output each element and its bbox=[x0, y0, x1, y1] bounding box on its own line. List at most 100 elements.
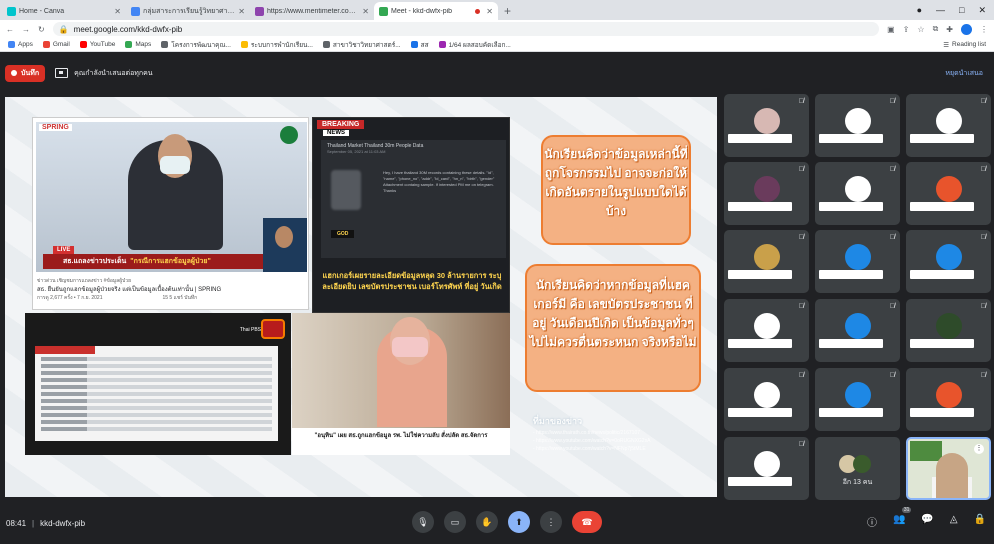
close-tab-icon[interactable]: ✕ bbox=[238, 7, 245, 16]
people-button[interactable]: 👥 31 bbox=[893, 507, 912, 529]
participant-tile[interactable]: 🎙̸ bbox=[906, 94, 991, 157]
puzzle-icon[interactable]: ✚ bbox=[946, 25, 953, 34]
bookmark-youtube[interactable]: YouTube bbox=[79, 41, 115, 48]
close-tab-icon[interactable]: ✕ bbox=[114, 7, 121, 16]
participant-grid: 🎙̸ 🎙̸ 🎙̸ 🎙̸ 🎙̸ 🎙̸ 🎙̸ 🎙̸ 🎙̸ 🎙̸ 🎙̸ 🎙̸ 🎙̸ 🎙… bbox=[724, 94, 992, 500]
close-tab-icon[interactable]: ✕ bbox=[362, 7, 369, 16]
forward-icon[interactable]: → bbox=[22, 25, 30, 34]
menu-dots-icon[interactable]: ⋮ bbox=[980, 25, 988, 34]
browser-tab-mentimeter[interactable]: https://www.mentimeter.com/s/✕ bbox=[250, 2, 374, 20]
extension-icon[interactable]: ⧉ bbox=[933, 24, 939, 34]
participant-tile[interactable]: 🎙̸ bbox=[906, 230, 991, 293]
raise-hand-button[interactable]: ✋ bbox=[476, 511, 498, 533]
reading-list-label: Reading list bbox=[952, 41, 986, 48]
lower-third-highlight: "กรณีการแฮกข้อมูลผู้ป่วย" bbox=[130, 258, 211, 265]
back-icon[interactable]: ← bbox=[6, 25, 14, 34]
avatar bbox=[754, 382, 780, 408]
meeting-controls-bar: 08:41 | kkd-dwfx-pib 🎙 ▭ ✋ ⬆ ⋮ ☎ ⓘ 👥 31 💬 ◬… bbox=[0, 507, 994, 538]
reading-list[interactable]: ☰ Reading list bbox=[943, 41, 986, 49]
maximize-icon[interactable]: □ bbox=[959, 5, 964, 15]
participant-tile[interactable]: 🎙̸ bbox=[724, 230, 809, 293]
minister-mask bbox=[392, 337, 428, 357]
browser-tab-meet[interactable]: Meet - kkd-dwfx-pib ✕ bbox=[374, 2, 498, 20]
more-participants-tile[interactable]: อีก 13 คน bbox=[815, 437, 900, 500]
bookmark-apps[interactable]: Apps bbox=[8, 41, 33, 48]
camera-button[interactable]: ▭ bbox=[444, 511, 466, 533]
participant-tile[interactable]: 🎙̸ bbox=[724, 437, 809, 500]
tile-options-icon[interactable]: ⋮ bbox=[974, 444, 984, 454]
stop-presenting-button[interactable]: หยุดนำเสนอ bbox=[945, 68, 989, 79]
meeting-details-icon[interactable]: ⓘ bbox=[867, 514, 877, 529]
close-tab-icon[interactable]: ✕ bbox=[486, 7, 493, 16]
spring-logo: SPRING bbox=[39, 124, 72, 131]
mic-off-icon: 🎙̸ bbox=[889, 372, 895, 379]
participant-tile[interactable]: 🎙̸ bbox=[724, 368, 809, 431]
more-options-button[interactable]: ⋮ bbox=[540, 511, 562, 533]
bookmark-label: ระบบการพำนักเรียน... bbox=[250, 41, 313, 49]
window-controls: ● — □ ✕ bbox=[917, 0, 994, 20]
camera-icon[interactable]: ▣ bbox=[887, 25, 895, 34]
moph-logo-icon bbox=[280, 126, 298, 144]
participant-tile[interactable]: 🎙̸ bbox=[815, 162, 900, 225]
participant-name-redacted bbox=[910, 339, 974, 348]
url-text[interactable]: meet.google.com/kkd-dwfx-pib bbox=[74, 25, 183, 34]
bookmark-gmail[interactable]: Gmail bbox=[42, 41, 70, 48]
present-now-button[interactable]: ⬆ bbox=[508, 511, 530, 533]
participant-tile[interactable]: 🎙̸ bbox=[815, 299, 900, 362]
microphone-button[interactable]: 🎙 bbox=[412, 511, 434, 533]
separator: | bbox=[32, 518, 35, 528]
host-controls-icon[interactable]: 🔒 bbox=[974, 514, 986, 529]
site-favicon-icon bbox=[131, 6, 140, 16]
bookmark-4[interactable]: โครงการพัฒนาคุณ... bbox=[161, 40, 231, 50]
activities-icon[interactable]: ◬ bbox=[950, 514, 958, 529]
source-link: - https://www.thairath.co.th/news/politi… bbox=[533, 430, 641, 436]
participant-tile[interactable]: 🎙̸ bbox=[724, 299, 809, 362]
participant-tile[interactable]: 🎙̸ bbox=[724, 162, 809, 225]
thaipbs-label: Thai PBS bbox=[239, 327, 261, 333]
new-tab-button[interactable]: + bbox=[498, 2, 517, 20]
news-screenshot-breaking: BREAKING NEWS Thailand Market Thailand 3… bbox=[312, 117, 510, 313]
profile-avatar-icon[interactable] bbox=[961, 23, 972, 35]
participant-tile[interactable]: 🎙̸ bbox=[815, 230, 900, 293]
share-icon[interactable]: ⇪ bbox=[903, 25, 910, 34]
participant-tile[interactable]: 🎙̸ bbox=[815, 94, 900, 157]
bookmark-8[interactable]: 1/64 ผลสอบคัดเลือก... bbox=[438, 40, 511, 50]
close-window-icon[interactable]: ✕ bbox=[978, 5, 986, 16]
browser-tab-science[interactable]: กลุ่มสาระการเรียนรู้วิทยาศาสตร์และเท✕ bbox=[126, 2, 250, 20]
chat-icon[interactable]: 💬 bbox=[921, 514, 933, 529]
source-link: - https://www.youtube.com/watch?v=NFNp7j… bbox=[533, 446, 646, 452]
bookmark-5[interactable]: ระบบการพำนักเรียน... bbox=[240, 40, 313, 50]
present-icon: ⬆ bbox=[515, 516, 523, 527]
lock-icon[interactable]: 🔒 bbox=[59, 25, 69, 34]
site-icon bbox=[240, 41, 248, 48]
news-screenshot-minister: "อนุทิน" เผย สธ.ถูกแฮกข้อมูล รพ. ไม่ใช่ค… bbox=[292, 313, 510, 455]
avatar bbox=[845, 176, 871, 202]
avatar bbox=[754, 108, 780, 134]
participant-name-redacted bbox=[819, 134, 883, 143]
reload-icon[interactable]: ↻ bbox=[38, 25, 45, 34]
record-button[interactable]: บันทึก bbox=[5, 64, 46, 82]
browser-tab-canva[interactable]: Home - Canva ✕ bbox=[2, 2, 126, 20]
participant-tile[interactable]: 🎙̸ bbox=[906, 299, 991, 362]
bookmark-6[interactable]: สาขาวิชาวิทยาศาสตร์... bbox=[322, 40, 401, 50]
bookmark-maps[interactable]: Maps bbox=[125, 41, 151, 48]
table-row bbox=[41, 357, 272, 361]
post-date: September 05, 2021 at 11:03 AM bbox=[327, 149, 386, 154]
star-icon[interactable]: ☆ bbox=[917, 25, 924, 34]
presentation-slide: SPRING LIVE สธ.แถลงข่าวประเด็น "กรณีการแฮ… bbox=[5, 97, 717, 497]
participant-tile[interactable]: 🎙̸ bbox=[906, 162, 991, 225]
bookmark-7[interactable]: สส bbox=[410, 40, 429, 50]
participant-tile[interactable]: 🎙̸ bbox=[724, 94, 809, 157]
meet-favicon-icon bbox=[379, 6, 388, 16]
minimize-icon[interactable]: — bbox=[936, 5, 945, 15]
participant-tile[interactable]: 🎙̸ bbox=[906, 368, 991, 431]
side-panel-controls: ⓘ 👥 31 💬 ◬ 🔒 bbox=[867, 507, 986, 529]
participant-name-redacted bbox=[910, 408, 974, 417]
profile-dot-icon[interactable]: ● bbox=[917, 5, 922, 15]
leave-call-button[interactable]: ☎ bbox=[572, 511, 602, 533]
omnibox[interactable]: 🔒 meet.google.com/kkd-dwfx-pib bbox=[52, 22, 880, 36]
mic-off-icon: 🎙̸ bbox=[889, 166, 895, 173]
self-view-tile[interactable]: ⋮ bbox=[906, 437, 991, 500]
participant-tile[interactable]: 🎙̸ bbox=[815, 368, 900, 431]
default-avatar-icon bbox=[845, 313, 871, 339]
